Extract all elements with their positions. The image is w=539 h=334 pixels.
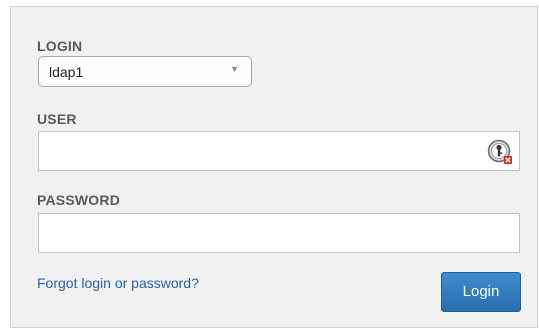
login-label: LOGIN	[37, 38, 83, 54]
keepass-key-icon[interactable]	[487, 139, 513, 165]
login-panel: LOGIN ldap1 ▼ USER PASSWORD Forgot login…	[10, 6, 538, 328]
login-select-value: ldap1	[49, 64, 84, 80]
user-label: USER	[37, 111, 77, 127]
password-input[interactable]	[38, 213, 520, 253]
user-input[interactable]	[38, 131, 520, 171]
password-label: PASSWORD	[37, 192, 121, 208]
login-button[interactable]: Login	[441, 272, 521, 312]
dropdown-arrow-icon: ▼	[230, 64, 239, 74]
forgot-password-link[interactable]: Forgot login or password?	[37, 275, 199, 291]
login-select[interactable]: ldap1 ▼	[38, 56, 252, 87]
